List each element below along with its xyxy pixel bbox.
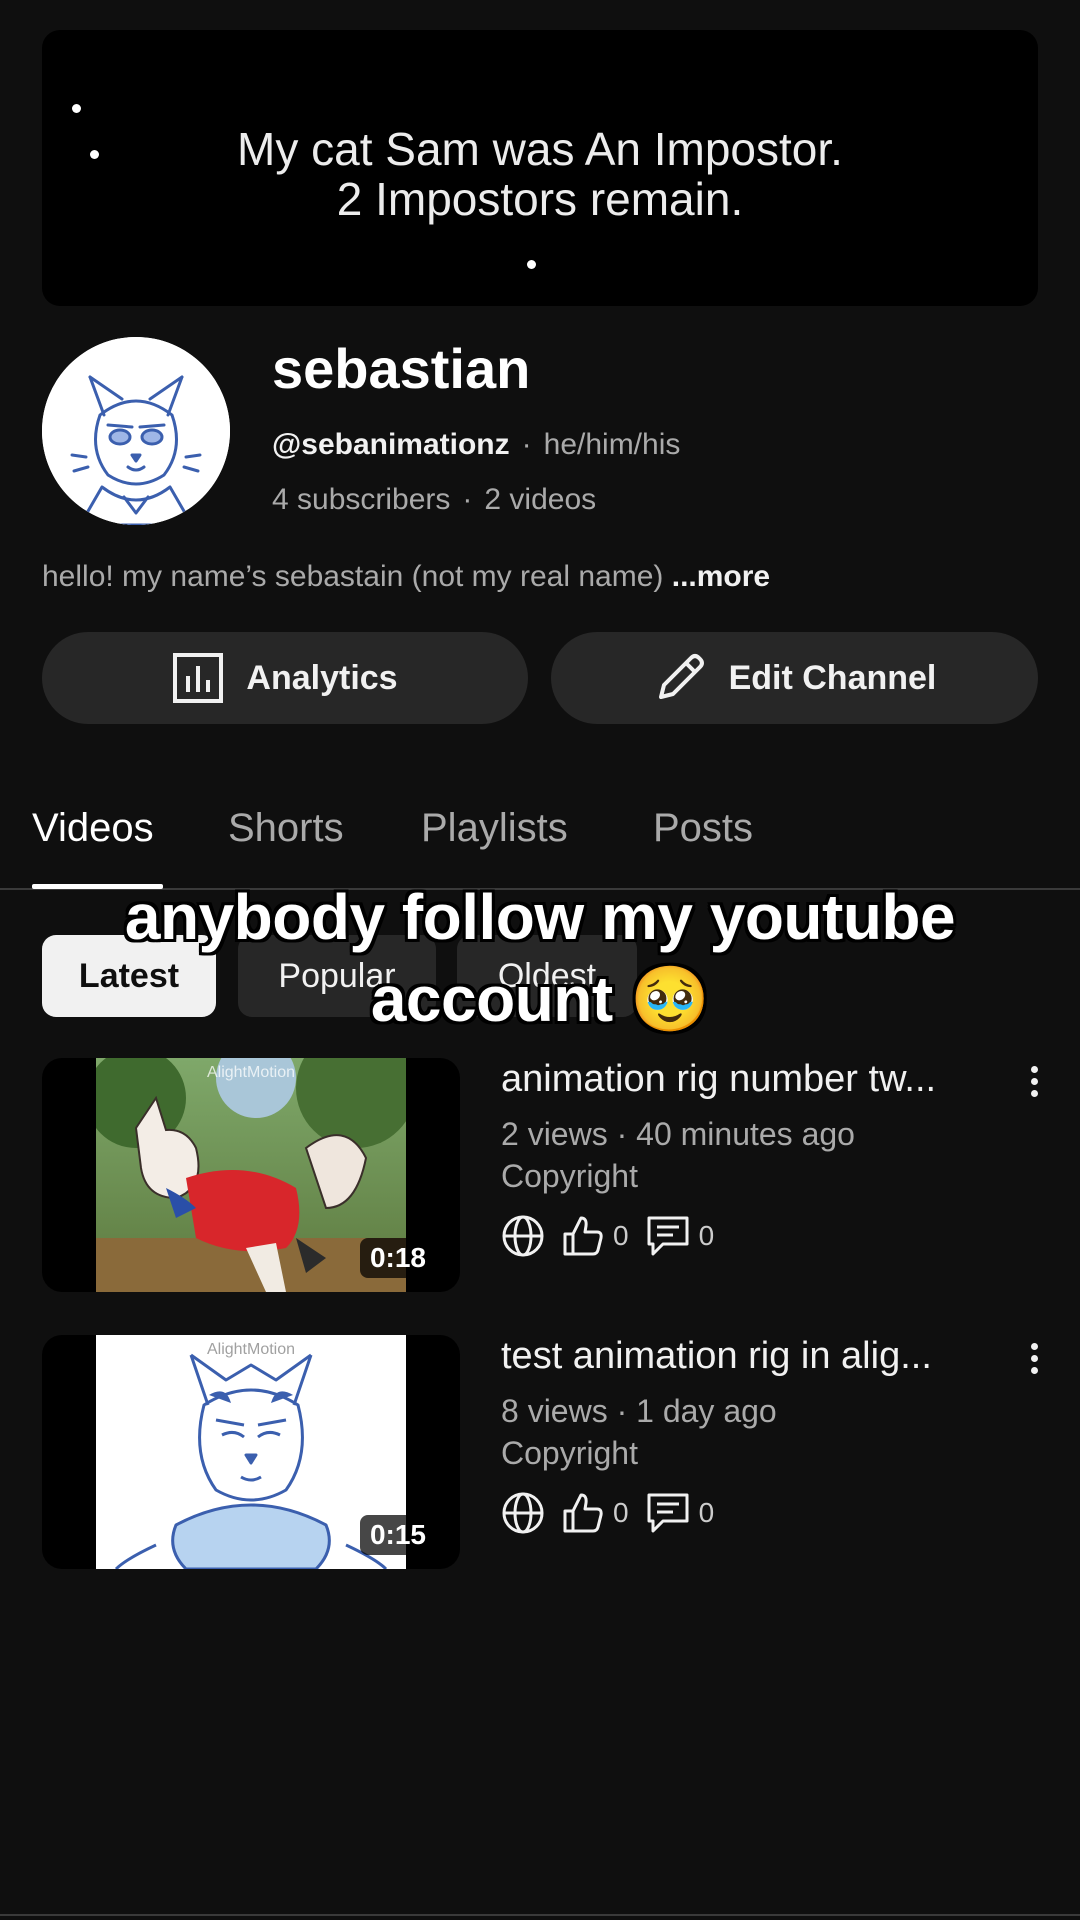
- video-meta: 2 views · 40 minutes ago: [501, 1116, 855, 1152]
- video-meta: 8 views · 1 day ago: [501, 1393, 777, 1429]
- globe-icon: [502, 1492, 544, 1534]
- comment-icon: [647, 1216, 689, 1256]
- description-text: hello! my name’s sebastain (not my real …: [42, 560, 664, 593]
- video-count: 2 videos: [484, 483, 597, 516]
- video-duration: 0:18: [359, 1238, 436, 1278]
- tab-posts[interactable]: Posts: [653, 806, 753, 851]
- video-stats: 0 0: [501, 1491, 714, 1535]
- bottom-divider: [0, 1914, 1080, 1916]
- thumbs-up-icon: [563, 1493, 603, 1533]
- copyright-label: Copyright: [501, 1158, 638, 1194]
- video-stats: 0 0: [501, 1214, 714, 1258]
- more-link[interactable]: ...more: [672, 560, 770, 593]
- channel-name: sebastian: [272, 337, 531, 400]
- analytics-label: Analytics: [246, 658, 398, 697]
- channel-handle: @sebanimationz: [272, 428, 510, 461]
- channel-banner: My cat Sam was An Impostor. 2 Impostors …: [42, 30, 1038, 306]
- overlay-caption-line-2: account 🥹: [370, 963, 710, 1035]
- channel-tabs: Videos Shorts Playlists Posts: [0, 796, 1080, 890]
- video-duration: 0:15: [359, 1515, 436, 1555]
- analytics-button[interactable]: Analytics: [42, 632, 528, 724]
- like-count: 0: [613, 1497, 629, 1528]
- globe-icon: [502, 1215, 544, 1257]
- video-thumbnail[interactable]: AlightMotion 0:18: [42, 1058, 460, 1292]
- more-vertical-icon[interactable]: [1027, 1343, 1041, 1374]
- copyright-label: Copyright: [501, 1435, 638, 1471]
- thumbnail-watermark: AlightMotion: [206, 1064, 296, 1081]
- banner-star: [527, 260, 536, 269]
- thumbs-up-icon: [563, 1216, 603, 1256]
- banner-line-2: 2 Impostors remain.: [336, 173, 744, 225]
- banner-star: [72, 104, 81, 113]
- comment-count: 0: [698, 1497, 715, 1528]
- channel-description[interactable]: hello! my name’s sebastain (not my real …: [42, 560, 770, 594]
- stats-line: 4 subscribers · 2 videos: [272, 483, 596, 517]
- pencil-icon: [658, 654, 704, 699]
- more-vertical-icon[interactable]: [1027, 1066, 1041, 1097]
- edit-channel-label: Edit Channel: [728, 658, 937, 697]
- video-title[interactable]: animation rig number tw...: [501, 1058, 936, 1101]
- separator-dot: ·: [521, 428, 532, 461]
- channel-avatar[interactable]: [42, 337, 230, 525]
- comment-icon: [647, 1493, 689, 1533]
- comment-count: 0: [698, 1220, 715, 1251]
- video-title[interactable]: test animation rig in alig...: [501, 1335, 932, 1378]
- tab-videos[interactable]: Videos: [32, 806, 154, 851]
- channel-pronouns: he/him/his: [543, 428, 681, 461]
- video-thumbnail[interactable]: AlightMotion 0:15: [42, 1335, 460, 1569]
- avatar-drawing: [42, 337, 230, 525]
- overlay-caption-line-1: anybody follow my youtube: [124, 881, 956, 953]
- analytics-icon: [173, 653, 224, 703]
- handle-line: @sebanimationz · he/him/his: [272, 428, 680, 462]
- subscriber-count: 4 subscribers: [272, 483, 451, 516]
- tab-shorts[interactable]: Shorts: [228, 806, 344, 851]
- banner-line-1: My cat Sam was An Impostor.: [237, 123, 843, 175]
- thumbnail-watermark: AlightMotion: [206, 1341, 296, 1358]
- edit-channel-button[interactable]: Edit Channel: [551, 632, 1038, 724]
- banner-text: My cat Sam was An Impostor. 2 Impostors …: [42, 124, 1038, 224]
- tab-playlists[interactable]: Playlists: [421, 806, 568, 851]
- separator-dot: ·: [462, 483, 473, 516]
- like-count: 0: [613, 1220, 629, 1251]
